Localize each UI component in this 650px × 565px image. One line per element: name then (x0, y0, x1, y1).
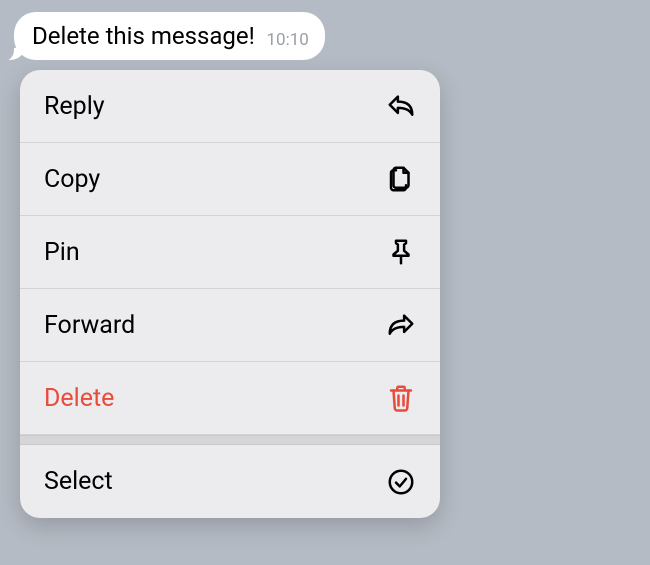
menu-label-pin: Pin (44, 238, 80, 267)
menu-label-forward: Forward (44, 311, 135, 340)
forward-icon (386, 310, 416, 340)
pin-icon (386, 237, 416, 267)
menu-separator (20, 435, 440, 445)
context-menu: Reply Copy Pin Forward (20, 70, 440, 518)
menu-item-delete[interactable]: Delete (20, 362, 440, 435)
message-time: 10:10 (266, 30, 308, 50)
menu-item-copy[interactable]: Copy (20, 143, 440, 216)
menu-label-copy: Copy (44, 165, 100, 194)
message-bubble[interactable]: Delete this message! 10:10 (14, 12, 325, 60)
trash-icon (386, 383, 416, 413)
menu-label-select: Select (44, 467, 113, 496)
copy-icon (386, 164, 416, 194)
menu-item-pin[interactable]: Pin (20, 216, 440, 289)
reply-icon (386, 91, 416, 121)
menu-item-forward[interactable]: Forward (20, 289, 440, 362)
message-text: Delete this message! (32, 22, 255, 50)
menu-label-reply: Reply (44, 92, 105, 121)
check-circle-icon (386, 467, 416, 497)
menu-item-reply[interactable]: Reply (20, 70, 440, 143)
menu-label-delete: Delete (44, 384, 114, 413)
menu-item-select[interactable]: Select (20, 445, 440, 518)
